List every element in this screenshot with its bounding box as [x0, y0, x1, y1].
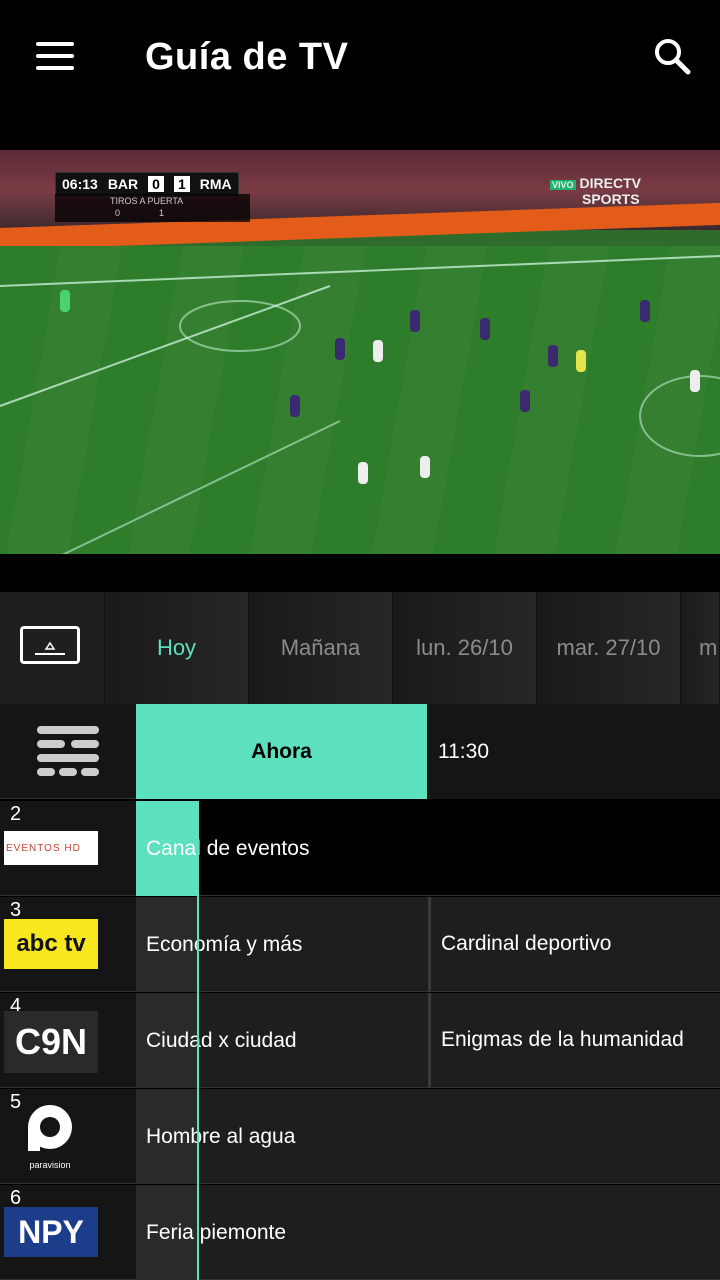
player-figure: [548, 345, 558, 367]
eventos-hd-logo: EVENTOS HD: [4, 831, 98, 865]
player-figure: [690, 370, 700, 392]
away-team: RMA: [199, 176, 232, 192]
channel-cell[interactable]: 3 abc tv: [0, 897, 136, 992]
logo-text: paravision: [29, 1160, 71, 1170]
stat-label: TIROS A PUERTA: [110, 196, 184, 206]
tv-mode-button[interactable]: [0, 592, 105, 704]
player-figure: [358, 462, 368, 484]
player-figure: [576, 350, 586, 372]
player-figure: [480, 318, 490, 340]
channel-number: 2: [10, 803, 22, 825]
logo-text: C9N: [14, 1021, 88, 1062]
video-player[interactable]: 06:13 BAR 0 1 RMA TIROS A PUERTA 0 1 VIV…: [0, 150, 720, 554]
broadcaster-sub: SPORTS: [582, 191, 640, 207]
time-header-next[interactable]: 11:30: [428, 704, 720, 799]
npy-logo: NPY: [4, 1207, 98, 1257]
program-cardinal-deportivo[interactable]: Cardinal deportivo: [428, 897, 720, 992]
tab-next-day[interactable]: m: [681, 592, 720, 704]
player-figure: [520, 390, 530, 412]
paravision-logo: paravision: [20, 1103, 80, 1171]
current-time-line: [197, 801, 199, 1280]
channel-cell[interactable]: 5 paravision: [0, 1089, 136, 1184]
search-icon[interactable]: [652, 36, 696, 80]
tv-icon: [20, 626, 80, 664]
away-score: 1: [173, 176, 190, 192]
tab-lun-26-10[interactable]: lun. 26/10: [393, 592, 537, 704]
channel-cell[interactable]: 2 EVENTOS HD: [0, 801, 136, 896]
home-score: 0: [148, 176, 164, 192]
tv-guide-grid: Ahora 11:30 2 EVENTOS HD Canal de evento…: [0, 704, 720, 1280]
player-figure: [373, 340, 383, 362]
page-title: Guía de TV: [145, 36, 349, 78]
program-title: Economía y más: [146, 932, 303, 956]
channel-cell[interactable]: 6 NPY: [0, 1185, 136, 1280]
broadcaster-name: DIRECTV: [579, 175, 641, 191]
program-title: Feria piemonte: [146, 1220, 287, 1244]
program-title: Hombre al agua: [146, 1124, 296, 1148]
hamburger-menu-icon[interactable]: [36, 40, 76, 72]
channel-cell[interactable]: 4 C9N: [0, 993, 136, 1088]
football-pitch: [0, 246, 720, 554]
player-figure: [410, 310, 420, 332]
program-title: Ciudad x ciudad: [146, 1028, 297, 1052]
time-header-now[interactable]: Ahora: [136, 704, 427, 799]
logo-text: abc tv: [16, 930, 86, 957]
app-bar: Guía de TV: [0, 0, 720, 150]
channel-list-button[interactable]: [0, 704, 136, 799]
away-stat: 1: [159, 208, 165, 218]
program-enigmas-de-la-humanidad[interactable]: Enigmas de la humanidad: [428, 993, 720, 1088]
abc-tv-logo: abc tv: [4, 919, 98, 969]
player-figure: [640, 300, 650, 322]
logo-text: NPY: [18, 1213, 84, 1250]
program-title: Canal de eventos: [146, 836, 310, 860]
scoreboard: 06:13 BAR 0 1 RMA: [55, 172, 239, 196]
scoreboard-stats: TIROS A PUERTA 0 1: [55, 194, 250, 222]
logo-text: EVENTOS HD: [6, 842, 81, 854]
tab-hoy[interactable]: Hoy: [105, 592, 249, 704]
tab-mar-27-10[interactable]: mar. 27/10: [537, 592, 681, 704]
day-tabs: Hoy Mañana lun. 26/10 mar. 27/10 m: [0, 592, 720, 704]
c9n-logo: C9N: [4, 1011, 98, 1073]
home-team: BAR: [107, 176, 139, 192]
match-clock: 06:13: [62, 176, 98, 192]
player-figure: [335, 338, 345, 360]
live-badge: VIVO: [550, 180, 576, 190]
player-figure: [290, 395, 300, 417]
tab-manana[interactable]: Mañana: [249, 592, 393, 704]
player-figure: [420, 456, 430, 478]
home-stat: 0: [115, 208, 121, 218]
channel-grid-icon: [37, 726, 99, 776]
broadcaster-logo: VIVO DIRECTV SPORTS: [550, 176, 641, 206]
player-figure: [60, 290, 70, 312]
